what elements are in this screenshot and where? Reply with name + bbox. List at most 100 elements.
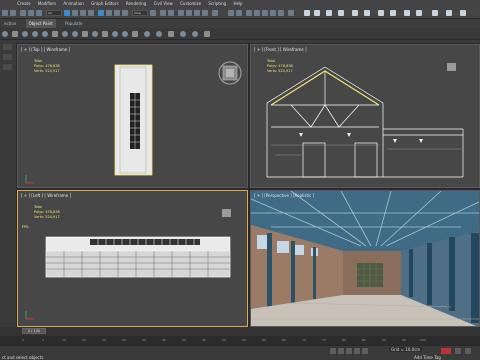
tab-selection[interactable]: ection — [4, 19, 16, 28]
menu-item-civil-view[interactable]: Civil View — [154, 0, 173, 8]
material-editor-icon[interactable] — [278, 10, 284, 16]
add-time-tag[interactable]: Add Time Tag — [414, 355, 441, 360]
select-manipulate-icon[interactable] — [160, 10, 166, 16]
next-frame-icon[interactable] — [354, 348, 360, 354]
display-children-icon[interactable] — [168, 31, 174, 37]
strip-button[interactable] — [3, 44, 12, 50]
display-frozen-icon[interactable] — [122, 31, 128, 37]
rotate-icon[interactable] — [106, 10, 112, 16]
environment-icon[interactable] — [378, 10, 384, 16]
viewport-perspective[interactable]: [ + ] [Perspective ] [Realistic ] — [250, 190, 480, 327]
keyboard-shortcut-icon[interactable] — [168, 10, 174, 16]
manage-layers-icon[interactable] — [204, 31, 210, 37]
rectangular-selection-icon[interactable] — [80, 10, 86, 16]
scale-icon[interactable] — [114, 10, 120, 16]
viewport-label-perspective[interactable]: [ + ] [Perspective ] [Realistic ] — [254, 193, 314, 198]
link-icon[interactable] — [20, 10, 26, 16]
angle-snap-icon[interactable] — [186, 10, 192, 16]
previous-frame-icon[interactable] — [338, 348, 344, 354]
menu-item-help[interactable]: Help — [233, 0, 242, 8]
spinner-snap-icon[interactable] — [202, 10, 208, 16]
mirror-icon[interactable] — [228, 10, 234, 16]
menu-item-modifiers[interactable]: Modifiers — [38, 0, 56, 8]
align-icon[interactable] — [236, 10, 242, 16]
go-to-end-icon[interactable] — [362, 348, 368, 354]
auto-key-button[interactable] — [441, 348, 451, 354]
display-xrefs-icon[interactable] — [92, 31, 98, 37]
curve-editor-icon[interactable] — [262, 10, 268, 16]
select-by-name-icon[interactable] — [72, 10, 78, 16]
display-shapes-icon[interactable] — [32, 31, 38, 37]
menu-item-graph-editors[interactable]: Graph Editors — [91, 0, 118, 8]
display-helpers-icon[interactable] — [62, 31, 68, 37]
display-containers-icon[interactable] — [112, 31, 118, 37]
window-crossing-icon[interactable] — [88, 10, 94, 16]
display-groups-icon[interactable] — [82, 31, 88, 37]
go-to-start-icon[interactable] — [330, 348, 336, 354]
display-none-icon[interactable] — [12, 31, 18, 37]
display-space-warps-icon[interactable] — [72, 31, 78, 37]
viewport-top[interactable]: [ + ] [Top ] [ Wireframe ] Total Polys: … — [17, 44, 248, 188]
display-influences-icon[interactable] — [180, 31, 186, 37]
track-bar[interactable]: 0 5 10 15 20 25 30 35 40 45 50 55 60 65 … — [0, 336, 480, 345]
selection-filter-dropdown[interactable]: All — [46, 10, 62, 16]
bind-space-warp-icon[interactable] — [36, 10, 42, 16]
lock-selection-icon[interactable] — [156, 31, 162, 37]
render-to-texture-icon[interactable] — [404, 10, 410, 16]
play-icon[interactable] — [346, 348, 352, 354]
menu-item-rendering[interactable]: Rendering — [126, 0, 146, 8]
schematic-view-icon[interactable] — [270, 10, 276, 16]
menu-item-create[interactable]: Create — [17, 0, 30, 8]
print-size-icon[interactable] — [416, 10, 422, 16]
ruler-tick: 20 — [102, 338, 106, 342]
tab-populate[interactable]: Populate — [65, 19, 82, 28]
strip-button[interactable] — [3, 54, 12, 60]
render-in-cloud-icon[interactable] — [326, 10, 332, 16]
display-geometry-icon[interactable] — [22, 31, 28, 37]
display-cameras-icon[interactable] — [52, 31, 58, 37]
move-icon[interactable] — [98, 10, 104, 16]
state-sets-icon[interactable] — [446, 10, 452, 16]
reference-coordinate-dropdown[interactable]: View — [132, 10, 148, 16]
tab-object-paint[interactable]: Object Paint — [25, 19, 56, 28]
menu-item-animation[interactable]: Animation — [63, 0, 83, 8]
snaps-toggle-icon[interactable] — [178, 10, 184, 16]
named-selection-icon[interactable] — [212, 10, 218, 16]
render-production-icon[interactable] — [314, 10, 320, 16]
render-iterative-icon[interactable] — [352, 10, 358, 16]
active-shade-icon[interactable] — [364, 10, 370, 16]
undo-icon[interactable] — [2, 10, 8, 16]
rendered-frame-window-icon[interactable] — [304, 10, 310, 16]
display-lights-icon[interactable] — [42, 31, 48, 37]
front-view-drawing — [266, 63, 464, 178]
viewport-front[interactable]: [ + ] [Front ] [ Wireframe ] Total Polys… — [250, 44, 480, 188]
display-hidden-icon[interactable] — [132, 31, 138, 37]
scene-explorer-icon[interactable] — [2, 31, 8, 37]
toggle-ribbon-icon[interactable] — [254, 10, 260, 16]
menu-item-customize[interactable]: Customize — [180, 0, 201, 8]
pivot-center-icon[interactable] — [150, 10, 156, 16]
place-icon[interactable] — [122, 10, 128, 16]
key-filters-icon[interactable] — [465, 348, 471, 354]
select-object-icon[interactable] — [64, 10, 70, 16]
display-all-icon[interactable] — [144, 31, 150, 37]
top-view-drawing — [25, 61, 242, 184]
set-key-icon[interactable] — [455, 348, 461, 354]
time-slider[interactable]: 0 / 100 — [22, 328, 46, 334]
render-setup-icon[interactable] — [288, 10, 294, 16]
sync-selection-icon[interactable] — [192, 31, 198, 37]
ruler-tick: 65 — [282, 338, 286, 342]
strip-button[interactable] — [3, 64, 12, 70]
layer-explorer-icon[interactable] — [246, 10, 252, 16]
effects-icon[interactable] — [390, 10, 396, 16]
scene-converter-icon[interactable] — [460, 10, 466, 16]
display-bones-icon[interactable] — [102, 31, 108, 37]
unlink-icon[interactable] — [28, 10, 34, 16]
time-slider-bar[interactable]: 0 / 100 — [0, 327, 480, 336]
a360-gallery-icon[interactable] — [338, 10, 344, 16]
batch-render-icon[interactable] — [432, 10, 438, 16]
percent-snap-icon[interactable] — [194, 10, 200, 16]
viewport-left[interactable]: [ + ] [Left ] [ Wireframe ] Total Polys:… — [17, 190, 248, 327]
redo-icon[interactable] — [10, 10, 16, 16]
menu-item-scripting[interactable]: Scripting — [208, 0, 226, 8]
